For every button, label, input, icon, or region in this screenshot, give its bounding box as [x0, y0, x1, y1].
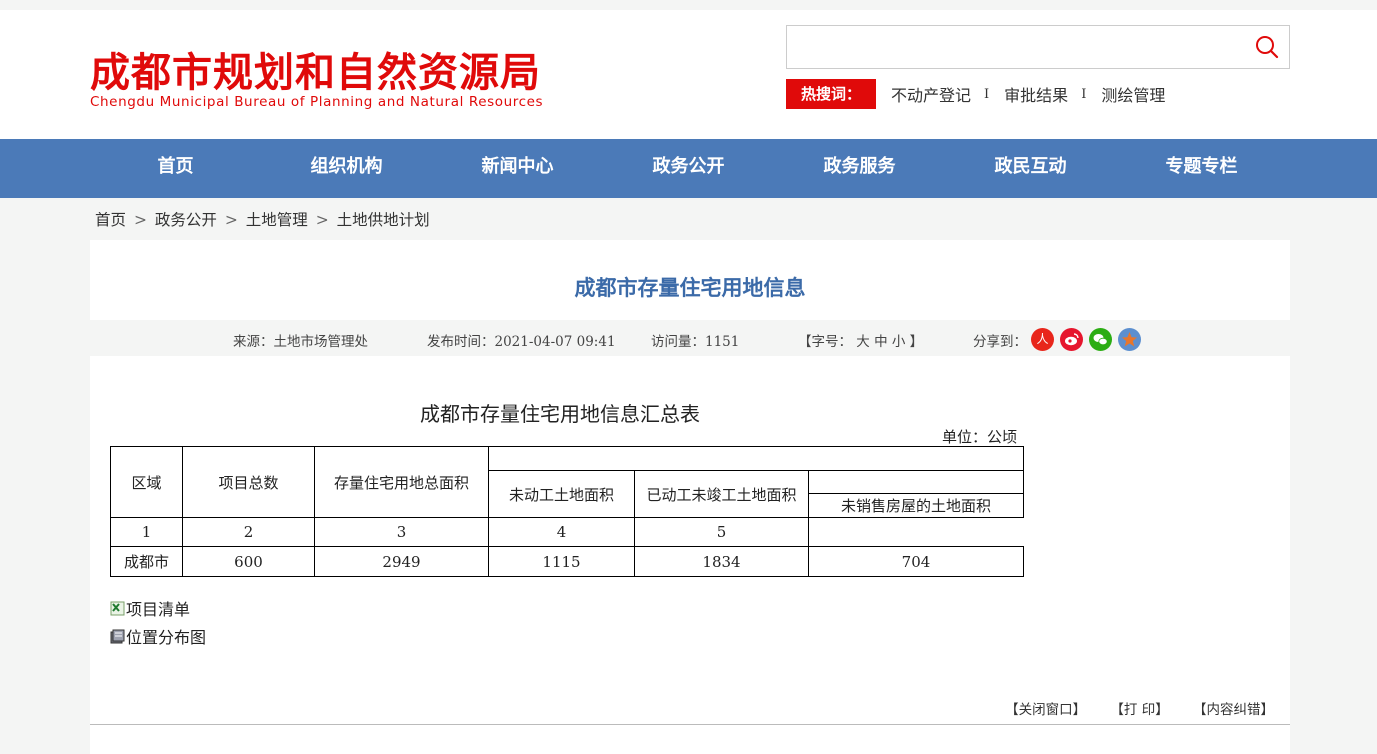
attachment-link[interactable]: 项目清单	[126, 596, 190, 620]
attachment-link[interactable]: 位置分布图	[126, 624, 206, 648]
nav-item-news[interactable]: 新闻中心	[432, 139, 603, 198]
index-cell: 5	[634, 517, 809, 547]
hot-words-label: 热搜词：	[786, 79, 877, 109]
hot-word-link[interactable]: 测绘管理	[1101, 82, 1165, 106]
breadcrumb-item[interactable]: 土地供地计划	[337, 211, 430, 229]
hot-word-link[interactable]: 不动产登记	[891, 82, 971, 106]
table-row: 成都市 600 2949 1115 1834 704	[110, 546, 1024, 577]
header-total-area: 存量住宅用地总面积	[314, 446, 489, 518]
wechat-icon[interactable]	[1089, 328, 1112, 351]
value-cell: 1115	[488, 546, 635, 577]
font-size-control[interactable]: 【字号： 大 中 小 】	[798, 330, 923, 350]
index-cell: 1	[110, 517, 183, 547]
article-meta: 来源：土地市场管理处 发布时间：2021-04-07 09:41 访问量：115…	[90, 320, 1290, 356]
header-group-blank	[488, 446, 1024, 471]
search-input[interactable]	[787, 26, 1227, 68]
table-title: 成都市存量住宅用地信息汇总表	[420, 402, 700, 426]
site-logo-title[interactable]: 成都市规划和自然资源局	[90, 40, 541, 98]
index-cell: 4	[488, 517, 635, 547]
article-title: 成都市存量住宅用地信息	[574, 276, 806, 300]
breadcrumb-item[interactable]: 首页	[95, 211, 126, 229]
nav-item-organization[interactable]: 组织机构	[261, 139, 432, 198]
archive-file-icon	[110, 629, 125, 643]
value-cell: 1834	[634, 546, 809, 577]
breadcrumb-item[interactable]: 土地管理	[246, 211, 308, 229]
site-logo-subtitle: Chengdu Municipal Bureau of Planning and…	[90, 94, 544, 110]
share-label: 分享到：	[973, 334, 1027, 350]
value-cell: 2949	[314, 546, 489, 577]
close-window-button[interactable]: 【关闭窗口】	[1005, 702, 1086, 718]
attachment-item[interactable]: 项目清单	[110, 596, 190, 620]
header-project-count: 项目总数	[182, 446, 315, 518]
breadcrumb-item[interactable]: 政务公开	[155, 211, 217, 229]
main-nav: 首页 组织机构 新闻中心 政务公开 政务服务 政民互动 专题专栏	[0, 139, 1377, 198]
article-card: 成都市存量住宅用地信息 来源：土地市场管理处 发布时间：2021-04-07 0…	[90, 240, 1290, 754]
article-published: 发布时间：2021-04-07 09:41	[427, 334, 616, 350]
share-buttons: 人	[1031, 328, 1147, 351]
attachment-item[interactable]: 位置分布图	[110, 624, 206, 648]
index-cell: 2	[182, 517, 315, 547]
hot-word-separator: I	[984, 86, 990, 102]
article-actions: 【关闭窗口】 【打 印】 【内容纠错】	[985, 698, 1274, 718]
report-error-button[interactable]: 【内容纠错】	[1193, 702, 1274, 718]
breadcrumb-separator: >	[315, 211, 329, 229]
breadcrumb: 首页 > 政务公开 > 土地管理 > 土地供地计划	[95, 208, 430, 230]
nav-item-topics[interactable]: 专题专栏	[1116, 139, 1287, 198]
index-cell: 3	[314, 517, 489, 547]
value-cell: 704	[808, 546, 1024, 577]
hot-word-link[interactable]: 审批结果	[1004, 82, 1068, 106]
hot-word-separator: I	[1081, 86, 1087, 102]
breadcrumb-separator: >	[224, 211, 238, 229]
hot-words: 热搜词： 不动产登记 I 审批结果 I 测绘管理	[786, 79, 1165, 109]
nav-item-public-affairs[interactable]: 政务公开	[603, 139, 774, 198]
article-source: 来源：土地市场管理处	[233, 334, 368, 350]
print-button[interactable]: 【打 印】	[1110, 702, 1168, 718]
breadcrumb-separator: >	[133, 211, 147, 229]
favorite-star-icon[interactable]	[1118, 328, 1141, 351]
top-strip	[0, 0, 1377, 10]
search-box	[786, 25, 1290, 69]
excel-file-icon	[110, 601, 125, 615]
value-cell: 600	[182, 546, 315, 577]
table-unit: 单位：公顷	[942, 428, 1018, 446]
header-region: 区域	[110, 446, 183, 518]
weibo-icon[interactable]	[1060, 328, 1083, 351]
article-views: 访问量：1151	[651, 334, 740, 350]
nav-item-home[interactable]: 首页	[90, 139, 261, 198]
divider	[90, 724, 1290, 725]
region-cell: 成都市	[110, 546, 183, 577]
header-blank-cell	[808, 470, 1024, 494]
header-unsold: 未销售房屋的土地面积	[808, 493, 1024, 518]
summary-table: 区域 项目总数 存量住宅用地总面积 未动工土地面积 已动工未竣工土地面积 未销售…	[110, 446, 1024, 577]
nav-item-interaction[interactable]: 政民互动	[945, 139, 1116, 198]
site-header: 成都市规划和自然资源局 Chengdu Municipal Bureau of …	[0, 10, 1377, 139]
search-icon[interactable]	[1253, 33, 1281, 61]
nav-item-services[interactable]: 政务服务	[774, 139, 945, 198]
people-daily-icon[interactable]: 人	[1031, 328, 1054, 351]
header-not-started: 未动工土地面积	[488, 470, 635, 518]
header-started-unfinished: 已动工未竣工土地面积	[634, 470, 809, 518]
